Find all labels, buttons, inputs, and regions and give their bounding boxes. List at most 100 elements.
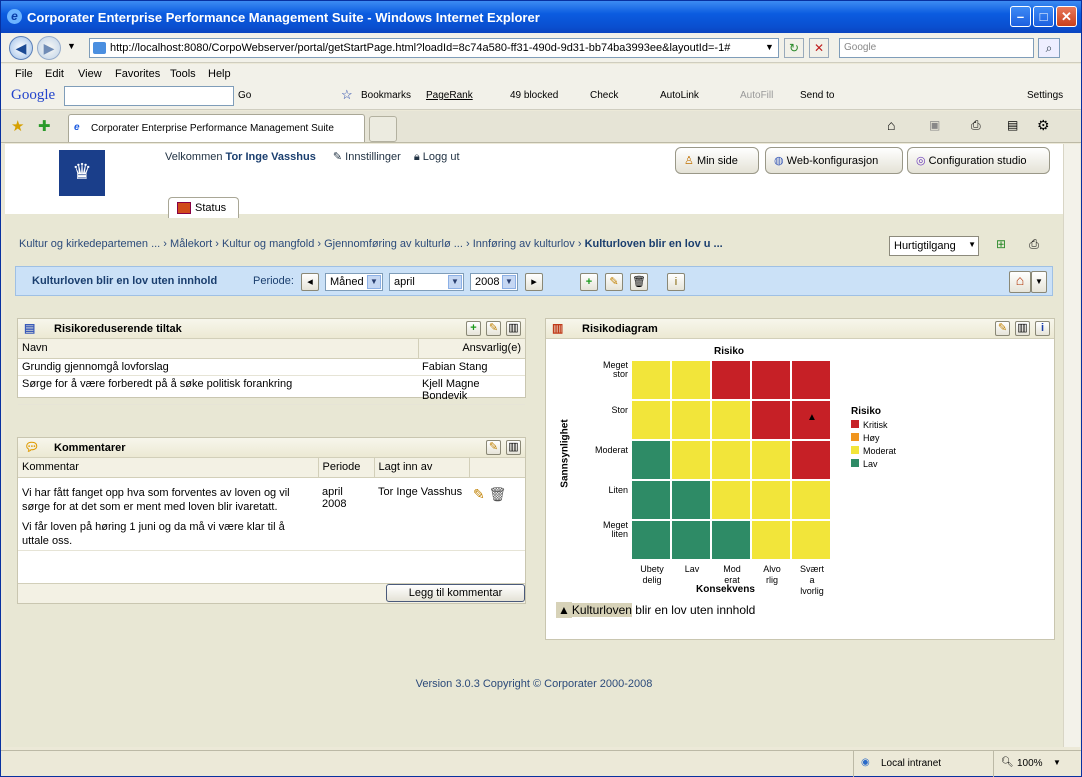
- settings-button[interactable]: Settings: [1027, 90, 1063, 101]
- risk-marker[interactable]: ▲: [807, 412, 817, 423]
- risk-measures-title: Risikoreduserende tiltak: [54, 323, 182, 335]
- wrench-icon: ✎: [332, 151, 343, 163]
- table-row[interactable]: Sørge for å være forberedt på å søke pol…: [18, 375, 525, 405]
- close-button[interactable]: ✕: [1056, 6, 1077, 27]
- zoom-icon: 🔍︎: [1001, 757, 1014, 768]
- period-type-select[interactable]: Måned ▼: [325, 273, 383, 291]
- vertical-scrollbar[interactable]: [1063, 144, 1080, 747]
- prev-period-button[interactable]: ◂: [301, 273, 319, 291]
- page-menu-icon[interactable]: ▤: [1007, 118, 1018, 132]
- web-config-button[interactable]: ◍ Web-konfigurasjon: [765, 147, 903, 174]
- y-tick-label: Meget stor: [602, 360, 628, 379]
- feeds-icon[interactable]: ▣: [929, 118, 940, 132]
- maximize-button[interactable]: □: [1033, 6, 1054, 27]
- google-toolbar: Google Go ☆ Bookmarks PageRank 49 blocke…: [1, 84, 1081, 110]
- column-header[interactable]: Ansvarlig(e): [418, 339, 525, 359]
- autolink-button[interactable]: AutoLink: [660, 90, 699, 101]
- address-input[interactable]: http://localhost:8080/CorpoWebserver/por…: [89, 38, 779, 58]
- edit-pencil-icon[interactable]: ✎: [473, 486, 485, 502]
- add-favorite-icon[interactable]: ✚: [38, 117, 51, 135]
- stop-icon[interactable]: ✕: [809, 38, 829, 58]
- delete-trash-icon[interactable]: ▥: [506, 321, 521, 336]
- chevron-down-icon[interactable]: ▼: [1031, 271, 1047, 293]
- quick-access-select[interactable]: Hurtigtilgang ▼: [889, 236, 979, 256]
- tools-gear-icon[interactable]: ⚙: [1037, 117, 1050, 134]
- minimize-button[interactable]: –: [1010, 6, 1031, 27]
- chart-icon: ▥: [552, 321, 564, 335]
- bookmarks-button[interactable]: Bookmarks: [361, 90, 411, 101]
- search-icon[interactable]: ⌕: [1038, 38, 1060, 58]
- pagerank-button[interactable]: PageRank: [426, 90, 473, 101]
- chevron-down-icon[interactable]: ▼: [1053, 758, 1061, 767]
- breadcrumb-item[interactable]: Målekort: [170, 238, 212, 250]
- year-select[interactable]: 2008 ▼: [470, 273, 518, 291]
- menu-view[interactable]: View: [78, 68, 102, 80]
- risk-cell: [672, 401, 710, 439]
- search-input[interactable]: Google: [839, 38, 1034, 58]
- breadcrumb-item[interactable]: Kultur og mangfold: [222, 238, 314, 250]
- home-icon[interactable]: ⌂: [887, 117, 895, 133]
- info-icon[interactable]: i: [1035, 321, 1050, 336]
- month-select[interactable]: april ▼: [389, 273, 464, 291]
- edit-pencil-icon[interactable]: ✎: [995, 321, 1010, 336]
- status-tab[interactable]: Status: [168, 197, 239, 218]
- add-icon[interactable]: +: [580, 273, 598, 291]
- print-icon[interactable]: ⎙: [971, 118, 981, 133]
- add-comment-button[interactable]: Legg til kommentar: [386, 584, 525, 602]
- delete-trash-icon[interactable]: 🗑︎: [489, 486, 507, 502]
- forward-button[interactable]: ▶: [37, 36, 61, 60]
- my-page-button[interactable]: ♙ Min side: [675, 147, 759, 174]
- org-chart-icon[interactable]: ⊞: [991, 237, 1011, 255]
- edit-pencil-icon[interactable]: ✎: [486, 321, 501, 336]
- menu-edit[interactable]: Edit: [45, 68, 64, 80]
- legend-label: Kritisk: [863, 420, 888, 430]
- column-header[interactable]: Navn: [18, 339, 419, 359]
- home-menu-icon[interactable]: ⌂: [1009, 271, 1031, 293]
- favorites-star-icon[interactable]: ★: [11, 117, 24, 135]
- delete-trash-icon[interactable]: ▥: [1015, 321, 1030, 336]
- sendto-button[interactable]: Send to: [800, 90, 834, 101]
- delete-trash-icon[interactable]: 🗑︎: [630, 273, 648, 291]
- edit-pencil-icon[interactable]: ✎: [605, 273, 623, 291]
- column-header[interactable]: Lagt inn av: [374, 458, 470, 478]
- risk-chart: Risiko Sannsynlighet Meget stor Stor Modera…: [546, 340, 1054, 639]
- address-dropdown-icon[interactable]: ▼: [765, 42, 774, 52]
- google-go-button[interactable]: Go: [238, 90, 251, 101]
- spellcheck-button[interactable]: Check: [590, 90, 618, 101]
- autofill-button[interactable]: AutoFill: [740, 90, 773, 101]
- menu-help[interactable]: Help: [208, 68, 231, 80]
- breadcrumb: Kultur og kirkedepartemen ... › Målekort…: [19, 238, 723, 250]
- column-header[interactable]: Kommentar: [18, 458, 319, 478]
- settings-link[interactable]: Innstillinger: [345, 151, 401, 163]
- breadcrumb-item[interactable]: Kultur og kirkedepartemen ...: [19, 238, 160, 250]
- x-tick-label: Lav: [684, 564, 700, 574]
- menu-tools[interactable]: Tools: [170, 68, 196, 80]
- delete-trash-icon[interactable]: ▥: [506, 440, 521, 455]
- new-tab-button[interactable]: [369, 116, 397, 142]
- menu-favorites[interactable]: Favorites: [115, 68, 160, 80]
- comment-author: Tor Inge Vasshus: [374, 477, 469, 551]
- edit-pencil-icon[interactable]: ✎: [486, 440, 501, 455]
- history-dropdown-icon[interactable]: ▼: [67, 41, 76, 51]
- menu-file[interactable]: File: [15, 68, 33, 80]
- table-row: Vi har fått fanget opp hva som forventes…: [18, 477, 525, 551]
- column-header[interactable]: Periode: [318, 458, 375, 478]
- security-zone-label: Local intranet: [881, 758, 942, 769]
- popup-blocked-label[interactable]: 49 blocked: [510, 90, 558, 101]
- add-icon[interactable]: +: [466, 321, 481, 336]
- comments-header: 💬︎ Kommentarer ✎ ▥: [18, 438, 525, 458]
- risk-diagram-panel: ▥ Risikodiagram ✎ ▥ i Risiko Sannsynligh…: [545, 318, 1055, 640]
- info-icon[interactable]: i: [667, 273, 685, 291]
- print-page-icon[interactable]: ⎙: [1024, 237, 1044, 255]
- back-button[interactable]: ◀: [9, 36, 33, 60]
- google-search-input[interactable]: [64, 86, 234, 106]
- browser-tab-active[interactable]: e Corporater Enterprise Performance Mana…: [68, 114, 365, 142]
- logout-link[interactable]: Logg ut: [423, 151, 460, 163]
- zoom-level[interactable]: 100%: [1017, 758, 1043, 769]
- refresh-icon[interactable]: ↻: [784, 38, 804, 58]
- breadcrumb-item[interactable]: Innføring av kulturlov: [473, 238, 575, 250]
- breadcrumb-item[interactable]: Gjennomføring av kulturlø ...: [324, 238, 463, 250]
- table-row[interactable]: Grundig gjennomgå lovforslag Fabian Stan…: [18, 358, 525, 376]
- config-studio-button[interactable]: ◎ Configuration studio: [907, 147, 1050, 174]
- next-period-button[interactable]: ▸: [525, 273, 543, 291]
